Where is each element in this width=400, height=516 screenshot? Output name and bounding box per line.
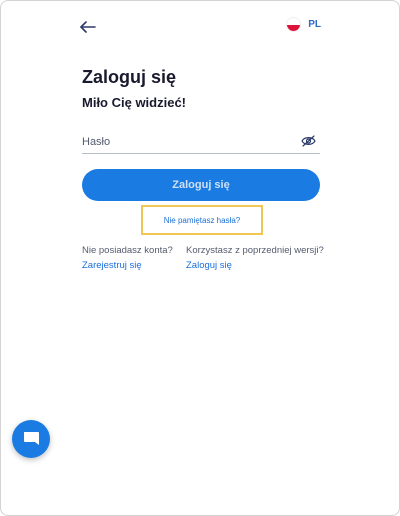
chat-button[interactable] (12, 420, 50, 458)
poland-flag-icon (287, 18, 301, 31)
eye-icon (301, 135, 316, 147)
forgot-password-highlight: Nie pamiętasz hasła? (141, 205, 263, 235)
register-link[interactable]: Zarejestruj się (82, 260, 142, 271)
page-title: Zaloguj się (82, 67, 177, 87)
login-button[interactable]: Zaloguj się (82, 169, 320, 201)
forgot-password-link[interactable]: Nie pamiętasz hasła? (164, 216, 240, 225)
page-subtitle: Miło Cię widzieć! (82, 95, 187, 110)
old-version-login-link[interactable]: Zaloguj się (186, 260, 232, 271)
language-code: PL (308, 19, 321, 30)
no-account-text: Nie posiadasz konta? (82, 245, 173, 256)
back-button[interactable] (79, 19, 97, 35)
toggle-password-visibility-button[interactable] (301, 134, 316, 147)
old-version-text: Korzystasz z poprzedniej wersji? (186, 245, 324, 256)
login-screen: PL Zaloguj się Miło Cię widzieć! Zaloguj… (0, 0, 400, 516)
password-field (82, 129, 320, 154)
password-input[interactable] (82, 133, 292, 151)
language-selector[interactable]: PL (287, 18, 321, 31)
arrow-left-icon (80, 21, 96, 33)
chat-icon (24, 432, 39, 445)
